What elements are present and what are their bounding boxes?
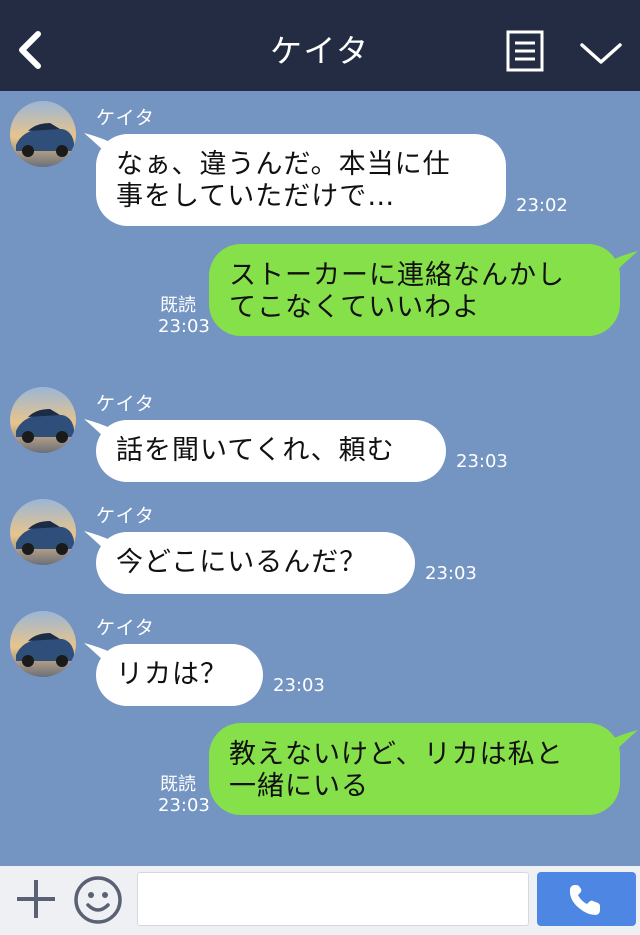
message-time: 23:03 <box>456 451 508 472</box>
message-time: 23:03 <box>158 316 210 337</box>
read-receipt: 既読 <box>160 774 196 795</box>
avatar[interactable] <box>10 387 76 453</box>
sender-name: ケイタ <box>96 107 155 129</box>
sender-name: ケイタ <box>96 617 155 639</box>
message-bubble[interactable]: 話を聞いてくれ、頼む <box>96 420 446 482</box>
message-bubble[interactable]: 今どこにいるんだ？ <box>96 532 415 594</box>
car-avatar-icon <box>10 387 76 453</box>
message-time: 23:03 <box>158 795 210 816</box>
read-receipt: 既読 <box>160 295 196 316</box>
bubble-tail <box>610 730 638 756</box>
bubble-tail <box>610 251 638 277</box>
message-bubble[interactable]: リカは？ <box>96 644 263 706</box>
message-time: 23:03 <box>425 563 477 584</box>
avatar[interactable] <box>10 101 76 167</box>
avatar[interactable] <box>10 611 76 677</box>
plus-icon[interactable] <box>14 877 58 921</box>
sender-name: ケイタ <box>96 505 155 527</box>
car-avatar-icon <box>10 611 76 677</box>
emoji-icon[interactable] <box>73 875 123 925</box>
chevron-down-icon[interactable] <box>578 36 624 70</box>
avatar[interactable] <box>10 499 76 565</box>
car-avatar-icon <box>10 101 76 167</box>
call-button[interactable] <box>537 872 636 926</box>
menu-icon[interactable] <box>506 30 544 74</box>
message-time: 23:02 <box>516 195 568 216</box>
chat-title: ケイタ <box>269 32 371 70</box>
chat-area[interactable]: ケイタ なぁ、違うんだ。本当に仕 事をしていただけで… 23:02 既読 23:… <box>0 91 640 866</box>
message-bubble[interactable]: ストーカーに連絡なんかし てこなくていいわよ <box>209 244 620 336</box>
sender-name: ケイタ <box>96 393 155 415</box>
message-input[interactable] <box>137 872 529 926</box>
phone-icon <box>569 885 600 915</box>
message-time: 23:03 <box>273 675 325 696</box>
message-bubble[interactable]: 教えないけど、リカは私と 一緒にいる <box>209 723 620 815</box>
message-bubble[interactable]: なぁ、違うんだ。本当に仕 事をしていただけで… <box>96 134 506 226</box>
chat-header: ケイタ <box>0 0 640 91</box>
car-avatar-icon <box>10 499 76 565</box>
